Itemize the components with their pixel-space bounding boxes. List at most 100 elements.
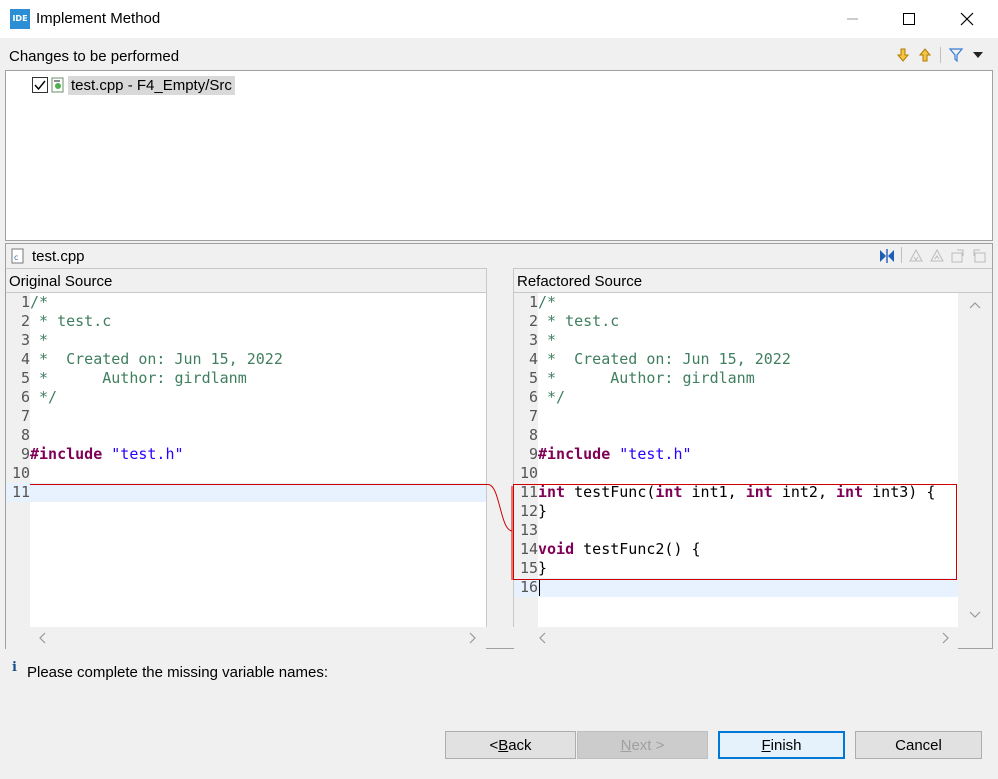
code-text: #include "test.h" bbox=[538, 445, 692, 463]
code-line: 2 * test.c bbox=[514, 312, 958, 331]
code-line: 1/* bbox=[6, 293, 486, 312]
next-button[interactable]: Next > bbox=[577, 731, 708, 759]
finish-label-post: inish bbox=[770, 736, 802, 754]
code-text: * test.c bbox=[30, 312, 112, 330]
next-change-button[interactable] bbox=[894, 46, 912, 64]
next-difference-button[interactable] bbox=[907, 247, 925, 265]
code-line: 6 */ bbox=[6, 388, 486, 407]
code-text: void testFunc2() { bbox=[538, 540, 701, 558]
code-line: 3 * bbox=[514, 331, 958, 350]
code-line: 14 void testFunc2() { bbox=[514, 540, 958, 559]
original-horizontal-scrollbar[interactable] bbox=[6, 627, 486, 649]
code-line: 8 bbox=[514, 426, 958, 445]
back-button[interactable]: < Back bbox=[445, 731, 576, 759]
code-line: 11 int testFunc(int int1, int int2, int i… bbox=[514, 483, 958, 502]
line-number: 6 bbox=[20, 388, 30, 406]
app-icon: IDE bbox=[10, 9, 30, 29]
chevron-down-icon bbox=[973, 52, 983, 58]
code-line: 15} bbox=[514, 559, 958, 578]
change-checkbox[interactable] bbox=[32, 77, 48, 93]
refactored-source-editor[interactable]: 1/* 2 * test.c 3 * 4 * Created on: Jun 15, … bbox=[514, 293, 958, 627]
finish-button[interactable]: Finish bbox=[718, 731, 845, 759]
cancel-button[interactable]: Cancel bbox=[855, 731, 982, 759]
vertical-scrollbar[interactable] bbox=[958, 293, 992, 627]
code-text: * bbox=[538, 331, 557, 349]
line-number: 16 bbox=[519, 578, 538, 596]
code-text: * Author: girdlanm bbox=[30, 369, 247, 387]
previous-change-button[interactable] bbox=[916, 46, 934, 64]
separator bbox=[901, 247, 902, 263]
scroll-left-icon bbox=[39, 632, 46, 644]
scroll-down-icon bbox=[969, 611, 981, 618]
info-icon: i bbox=[12, 660, 17, 675]
code-line: 10 bbox=[514, 464, 958, 483]
arrow-down-icon bbox=[897, 48, 909, 62]
line-number: 5 bbox=[20, 369, 30, 387]
status-message: Please complete the missing variable nam… bbox=[27, 664, 328, 681]
code-text: } bbox=[538, 559, 548, 577]
code-text: */ bbox=[538, 388, 566, 406]
scroll-right-icon bbox=[469, 632, 476, 644]
code-line: 4 * Created on: Jun 15, 2022 bbox=[6, 350, 486, 369]
line-number: 9 bbox=[528, 445, 538, 463]
filter-button[interactable] bbox=[947, 46, 965, 64]
maximize-icon bbox=[903, 13, 915, 25]
line-number: 4 bbox=[528, 350, 538, 368]
compare-file-name: test.cpp bbox=[32, 248, 85, 265]
scroll-left-icon bbox=[539, 632, 546, 644]
previous-difference-button[interactable] bbox=[928, 247, 946, 265]
code-text: int testFunc(int int1, int int2, int int… bbox=[538, 483, 936, 501]
back-mnemonic: B bbox=[498, 736, 509, 754]
swap-sides-button[interactable] bbox=[878, 247, 896, 265]
line-number: 8 bbox=[528, 426, 538, 444]
code-line: 4 * Created on: Jun 15, 2022 bbox=[514, 350, 958, 369]
code-text: * test.c bbox=[538, 312, 620, 330]
diff-connector-area bbox=[486, 268, 514, 627]
code-text: /* bbox=[538, 293, 557, 311]
line-number: 12 bbox=[519, 502, 538, 520]
next-difference-icon bbox=[909, 249, 923, 262]
previous-change-icon bbox=[973, 249, 986, 263]
previous-change-icon-button[interactable] bbox=[970, 247, 988, 265]
line-number: 3 bbox=[20, 331, 30, 349]
finish-mnemonic: F bbox=[761, 736, 771, 754]
original-source-editor[interactable]: 1/* 2 * test.c 3 * 4 * Created on: Jun 15, … bbox=[6, 293, 486, 627]
code-line: 1/* bbox=[514, 293, 958, 312]
refactored-horizontal-scrollbar[interactable] bbox=[514, 627, 958, 649]
code-line: 12} bbox=[514, 502, 958, 521]
line-number: 2 bbox=[528, 312, 538, 330]
line-number: 1 bbox=[20, 293, 30, 311]
line-number: 14 bbox=[519, 540, 538, 558]
code-line: 6 */ bbox=[514, 388, 958, 407]
code-text: /* bbox=[30, 293, 49, 311]
code-line: 5 * Author: girdlanm bbox=[514, 369, 958, 388]
minimize-button[interactable] bbox=[824, 0, 882, 38]
tree-item[interactable]: test.cpp - F4_Empty/Src bbox=[32, 74, 235, 96]
window-title: Implement Method bbox=[36, 10, 161, 27]
filter-menu-button[interactable] bbox=[969, 46, 987, 64]
separator bbox=[940, 47, 941, 63]
tree-item-label: test.cpp - F4_Empty/Src bbox=[68, 75, 235, 95]
close-button[interactable] bbox=[938, 0, 996, 38]
code-line: 2 * test.c bbox=[6, 312, 486, 331]
code-line: 7 bbox=[6, 407, 486, 426]
next-mnemonic: N bbox=[620, 736, 632, 754]
code-line: 7 bbox=[514, 407, 958, 426]
next-change-icon-button[interactable] bbox=[949, 247, 967, 265]
code-line: 11 bbox=[6, 483, 486, 502]
scroll-up-icon bbox=[969, 302, 981, 309]
maximize-button[interactable] bbox=[880, 0, 938, 38]
code-text: * Created on: Jun 15, 2022 bbox=[30, 350, 283, 368]
line-number: 3 bbox=[528, 331, 538, 349]
changes-tree: test.cpp - F4_Empty/Src bbox=[5, 70, 993, 241]
line-number: 13 bbox=[519, 521, 538, 539]
title-bar: IDE Implement Method bbox=[0, 0, 998, 38]
code-line: 5 * Author: girdlanm bbox=[6, 369, 486, 388]
minimize-icon bbox=[847, 18, 858, 20]
original-source-label: Original Source bbox=[9, 273, 113, 290]
code-line: 8 bbox=[6, 426, 486, 445]
code-line: 9 #include "test.h" bbox=[514, 445, 958, 464]
back-label-pre: < bbox=[489, 736, 499, 754]
line-number: 1 bbox=[528, 293, 538, 311]
line-number: 10 bbox=[519, 464, 538, 482]
